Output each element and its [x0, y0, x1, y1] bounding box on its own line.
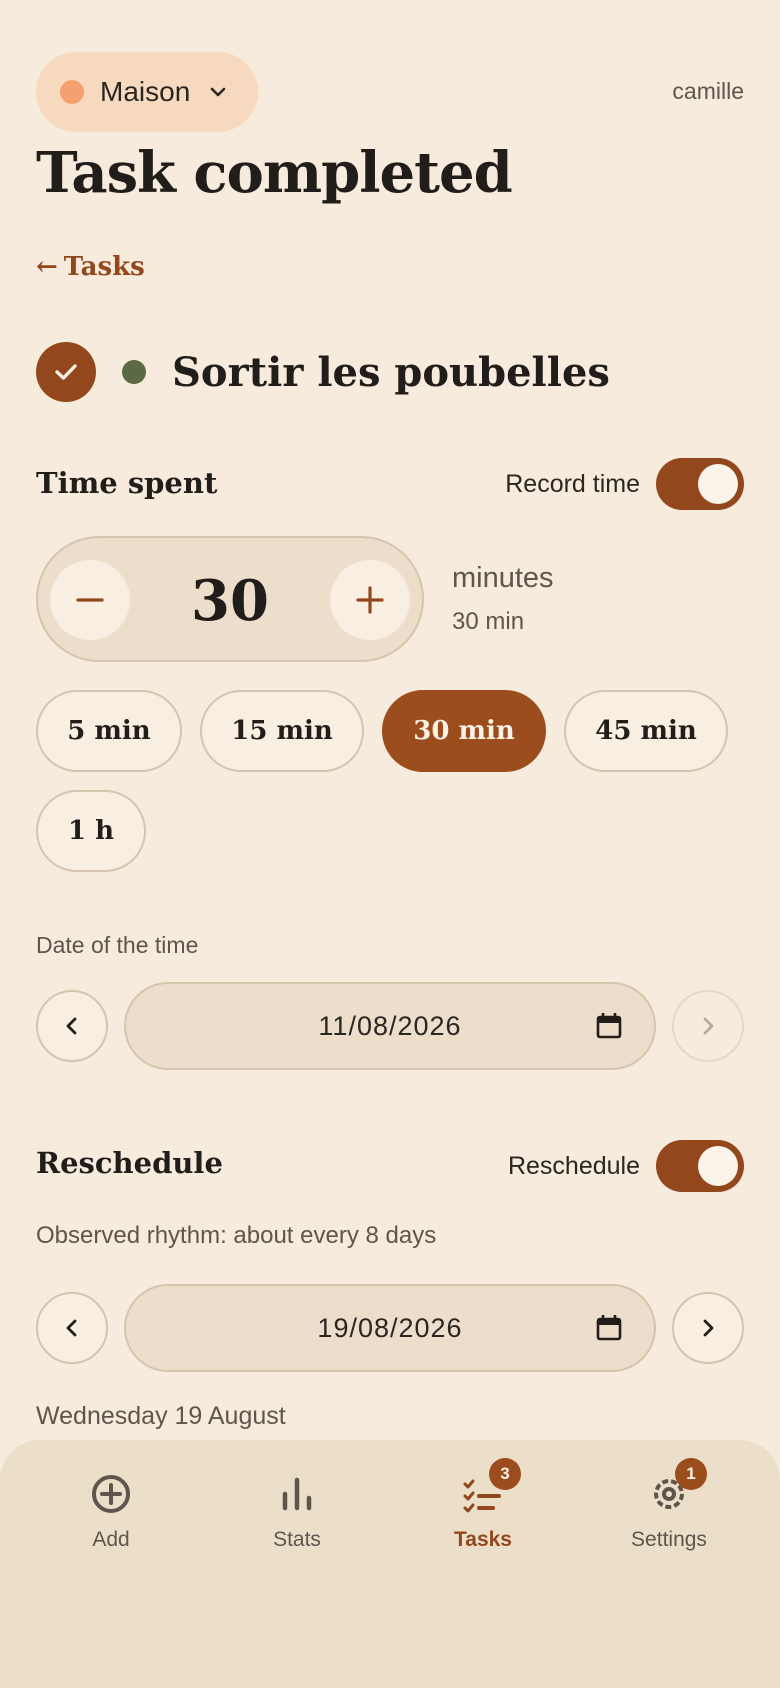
observed-rhythm: Observed rhythm: about every 8 days: [36, 1222, 437, 1249]
nav-label-tasks: Tasks: [454, 1528, 512, 1551]
reschedule-toggle-label: Reschedule: [507, 1151, 640, 1180]
reschedule-date-value: 19/08/2026: [317, 1312, 463, 1343]
nav-label-settings: Settings: [631, 1528, 707, 1551]
time-spent-title: Time spent: [36, 466, 218, 500]
back-link-label: Tasks: [63, 252, 145, 282]
record-time-row: Record time: [505, 458, 744, 510]
nav-item-add[interactable]: Add: [31, 1470, 191, 1552]
stats-icon: [273, 1470, 321, 1518]
nav-item-stats[interactable]: Stats: [217, 1470, 377, 1552]
nav-label-stats: Stats: [273, 1528, 321, 1551]
reschedule-weekday: Wednesday 19 August: [36, 1402, 286, 1430]
calendar-icon[interactable]: [596, 1012, 622, 1040]
preset-chip[interactable]: 5 min: [36, 690, 182, 772]
time-date-field[interactable]: 11/08/2026: [124, 982, 656, 1070]
bottom-navigation: Add Stats 3 Tasks 1 Settings: [0, 1440, 780, 1688]
nav-item-tasks[interactable]: 3 Tasks: [403, 1458, 563, 1552]
chevron-left-icon: [66, 1319, 77, 1337]
chevron-down-icon: [210, 87, 226, 97]
time-date-next-button[interactable]: [672, 990, 744, 1062]
chevron-right-icon: [703, 1319, 714, 1337]
tasks-icon: 3: [459, 1458, 521, 1518]
reschedule-toggle[interactable]: [656, 1140, 744, 1192]
record-time-label: Record time: [505, 469, 640, 498]
add-circle-icon: [87, 1470, 135, 1518]
task-header: Sortir les poubelles: [36, 342, 610, 402]
time-date-value: 11/08/2026: [318, 1010, 462, 1041]
username[interactable]: camille: [672, 78, 744, 105]
chevron-left-icon: [66, 1017, 77, 1035]
preset-chip[interactable]: 1 h: [36, 790, 146, 872]
time-date-label: Date of the time: [36, 932, 199, 958]
increment-button[interactable]: [330, 560, 410, 640]
reschedule-row: Reschedule: [508, 1140, 744, 1192]
nav-item-settings[interactable]: 1 Settings: [589, 1458, 749, 1552]
page-title: Task completed: [36, 140, 513, 206]
task-name: Sortir les poubelles: [172, 348, 610, 396]
tasks-badge: 3: [489, 1458, 521, 1490]
settings-icon: 1: [645, 1458, 707, 1518]
toggle-knob: [698, 464, 738, 504]
settings-badge: 1: [675, 1458, 707, 1490]
completed-check-icon: [36, 342, 96, 402]
household-name: Maison: [100, 76, 191, 107]
plus-icon: [356, 586, 384, 614]
preset-chip[interactable]: 45 min: [564, 690, 728, 772]
household-color-dot: [60, 80, 84, 104]
minutes-summary: 30 min: [452, 608, 525, 635]
chevron-right-icon: [703, 1017, 714, 1035]
arrow-left-icon: ←: [36, 252, 58, 282]
time-date-prev-button[interactable]: [36, 990, 108, 1062]
minutes-stepper: 30: [36, 536, 424, 662]
reschedule-date-field[interactable]: 19/08/2026: [124, 1284, 656, 1372]
task-color-dot: [122, 360, 146, 384]
record-time-toggle[interactable]: [656, 458, 744, 510]
calendar-icon[interactable]: [596, 1314, 622, 1342]
reschedule-title: Reschedule: [36, 1146, 223, 1180]
reschedule-next-button[interactable]: [672, 1292, 744, 1364]
toggle-knob: [698, 1146, 738, 1186]
minutes-unit: minutes: [452, 562, 554, 594]
preset-chip[interactable]: 15 min: [200, 690, 364, 772]
reschedule-prev-button[interactable]: [36, 1292, 108, 1364]
household-selector[interactable]: Maison: [36, 52, 258, 132]
preset-chip-selected[interactable]: 30 min: [382, 690, 546, 772]
nav-label-add: Add: [92, 1528, 130, 1551]
back-link[interactable]: ← Tasks: [36, 252, 145, 282]
